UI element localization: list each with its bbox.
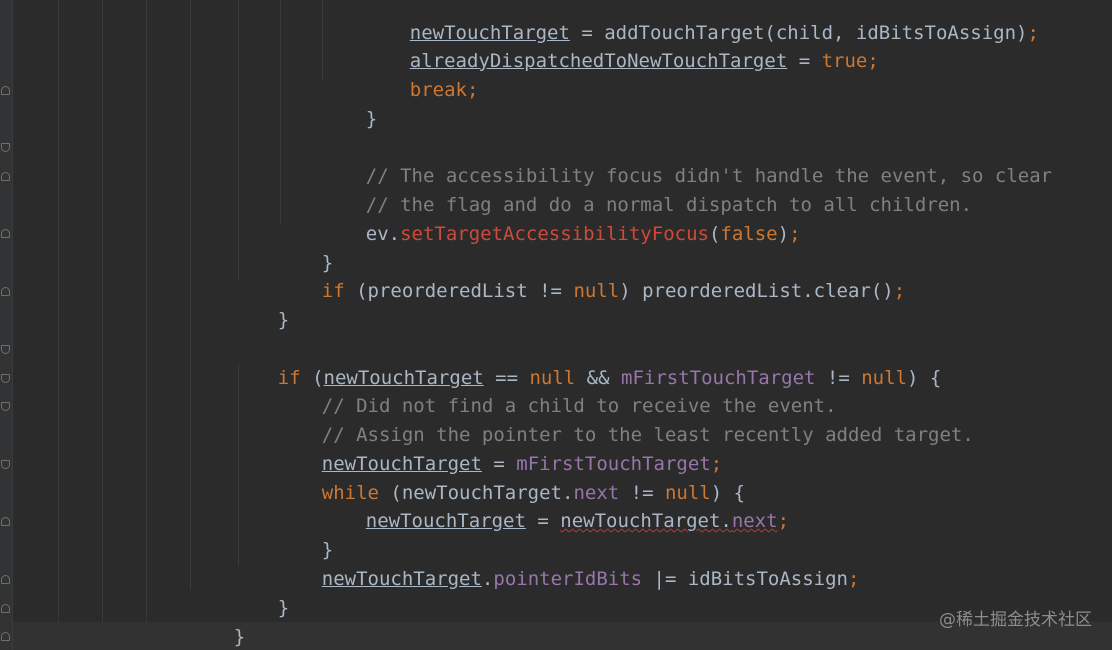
code-line: break; [409,78,479,101]
indent-guide [190,0,191,590]
fold-marker-icon[interactable] [1,287,10,296]
code-line: ev.setTargetAccessibilityFocus(false); [365,222,801,245]
code-line: if (newTouchTarget == null && mFirstTouc… [277,366,942,389]
code-line: while (newTouchTarget.next != null) { [321,481,746,504]
indent-guide [102,0,103,622]
keyword: if [321,279,345,302]
code-line: newTouchTarget = newTouchTarget.next; [365,509,790,532]
fold-marker-icon[interactable] [1,345,10,354]
fold-marker-icon[interactable] [1,604,10,613]
code-line: // The accessibility focus didn't handle… [320,133,1052,187]
code-line: newTouchTarget = mFirstTouchTarget; [321,452,723,475]
code-line: } [277,308,290,331]
indent-guide [238,0,239,280]
indent-guide [146,0,147,622]
method-call[interactable]: setTargetAccessibilityFocus [400,223,709,245]
code-line: // Assign the pointer to the least recen… [276,392,974,446]
fold-marker-icon[interactable] [1,374,10,383]
field[interactable]: next [732,510,778,532]
fold-marker-icon[interactable] [1,517,10,526]
code-line: } [365,107,378,130]
code-line: } [321,251,334,274]
indent-guide [58,0,59,622]
field[interactable]: pointerIdBits [493,568,642,590]
local-variable[interactable]: newTouchTarget [322,568,482,590]
watermark: @稀土掘金技术社区 [939,610,1092,630]
code-line: alreadyDispatchedToNewTouchTarget = true… [409,49,879,72]
code-line: } [144,622,201,650]
gutter-divider [12,0,13,650]
fold-marker-icon[interactable] [1,86,10,95]
indent-guide [280,0,281,225]
code-line: // the flag and do a normal dispatch to … [320,162,972,216]
keyword: break [409,78,467,101]
fold-marker-icon[interactable] [1,143,10,152]
code-line: // Did not find a child to receive the e… [276,363,837,417]
warning-squiggle[interactable]: newTouchTarget. [560,510,732,532]
editor-gutter [0,0,12,650]
code-line: if (preorderedList != null) preorderedLi… [321,279,906,302]
fold-marker-icon[interactable] [1,229,10,238]
fold-marker-icon[interactable] [1,460,10,469]
code-line: } [233,625,246,648]
code-editor[interactable]: newTouchTarget = addTouchTarget(child, i… [0,0,1112,650]
fold-marker-icon[interactable] [1,575,10,584]
fold-marker-icon[interactable] [1,172,10,181]
local-variable[interactable]: newTouchTarget [366,510,526,532]
code-line: newTouchTarget = addTouchTarget(child, i… [409,21,1039,44]
fold-marker-icon[interactable] [1,402,10,411]
fold-marker-icon[interactable] [1,632,10,641]
indent-guide [322,0,323,80]
code-line: newTouchTarget.pointerIdBits |= idBitsTo… [321,567,860,590]
code-line: } [277,596,290,619]
code-line: } [321,538,334,561]
